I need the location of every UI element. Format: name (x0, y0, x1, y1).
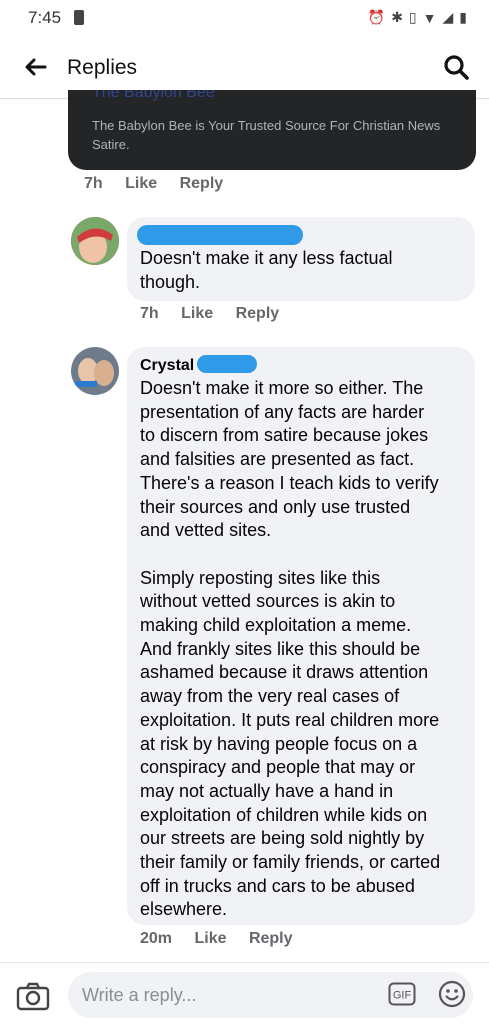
comment-text: Doesn't make it any less factual though. (140, 248, 393, 292)
link-card-title: The Babylon Bee (92, 90, 215, 101)
gif-label: GIF (393, 990, 412, 1002)
avatar[interactable] (71, 347, 119, 395)
link-card-meta: 7h Like Reply (84, 175, 241, 193)
like-button[interactable]: Like (125, 175, 157, 192)
reply-composer: GIF (0, 962, 489, 1025)
search-icon[interactable] (441, 52, 471, 82)
link-preview-card[interactable]: The Babylon Bee The Babylon Bee is Your … (68, 90, 476, 170)
like-button[interactable]: Like (181, 305, 213, 322)
comment-meta: 20m Like Reply (140, 930, 311, 948)
reply-button[interactable]: Reply (249, 930, 293, 947)
reply-button[interactable]: Reply (236, 305, 280, 322)
comment-author[interactable]: Crystal (140, 357, 194, 375)
status-icons: ⏰ ✱ ▯ ▼ ◢ ▮ (368, 9, 467, 26)
avatar[interactable] (71, 217, 119, 265)
signal-icon: ◢ (442, 9, 454, 25)
reply-button[interactable]: Reply (180, 175, 224, 192)
timestamp: 7h (140, 305, 159, 322)
vibrate-icon: ▯ (408, 9, 417, 25)
status-time: 7:45 (28, 8, 62, 27)
like-button[interactable]: Like (194, 930, 226, 947)
timestamp: 7h (84, 175, 103, 192)
avatar-photo (71, 217, 119, 265)
camera-icon[interactable] (16, 981, 50, 1011)
redacted-author-name (197, 355, 257, 373)
battery-icon: ▮ (459, 9, 467, 25)
redacted-author-name (137, 225, 303, 245)
comment-text: Doesn't make it more so either. The pres… (140, 378, 441, 920)
emoji-icon[interactable] (438, 980, 466, 1008)
comment-meta: 7h Like Reply (140, 305, 297, 323)
wifi-icon: ▼ (422, 9, 437, 26)
alarm-icon: ⏰ (367, 9, 386, 25)
gif-icon[interactable]: GIF (388, 982, 416, 1006)
back-arrow-icon[interactable] (20, 52, 50, 82)
sim-icon (74, 10, 84, 25)
bluetooth-icon: ✱ (391, 9, 403, 25)
comment-bubble: Doesn't make it any less factual though. (127, 217, 475, 301)
timestamp: 20m (140, 930, 173, 947)
comment-bubble: Crystal Doesn't make it more so either. … (127, 347, 475, 925)
link-card-description: The Babylon Bee is Your Trusted Source F… (92, 118, 441, 152)
avatar-photo (71, 347, 119, 395)
status-bar: 7:45 ⏰ ✱ ▯ ▼ ◢ ▮ (0, 0, 489, 36)
page-title: Replies (67, 56, 138, 79)
